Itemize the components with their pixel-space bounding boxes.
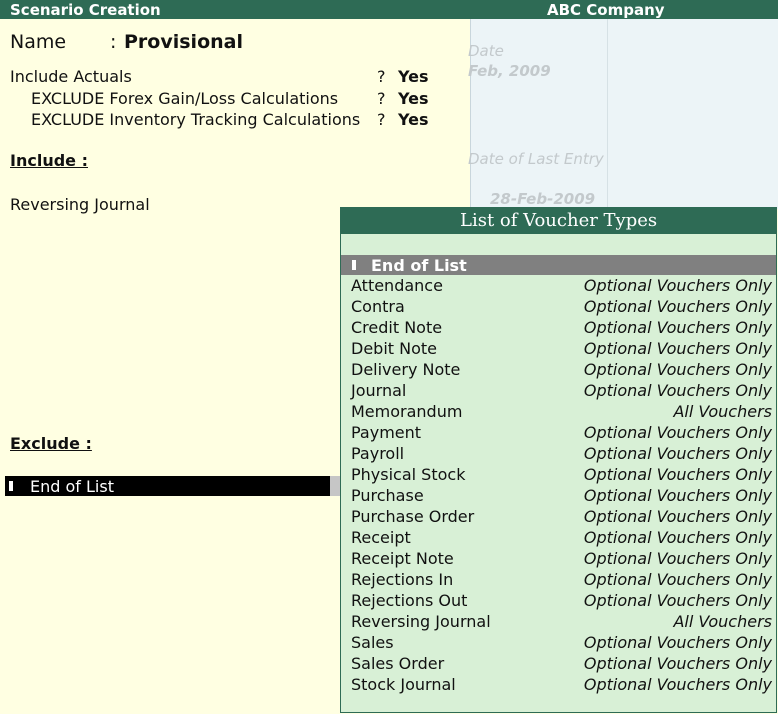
voucher-type-scope: Optional Vouchers Only <box>583 507 772 526</box>
voucher-type-name: Debit Note <box>351 339 437 358</box>
list-item[interactable]: Receipt Note Optional Vouchers Only <box>341 548 776 569</box>
voucher-type-name: Purchase Order <box>351 507 475 526</box>
popup-header: List of Voucher Types <box>341 208 776 234</box>
voucher-type-name: Payroll <box>351 444 405 463</box>
voucher-type-name: Contra <box>351 297 405 316</box>
voucher-type-name: Memorandum <box>351 402 463 421</box>
voucher-type-scope: Optional Vouchers Only <box>583 570 772 589</box>
list-item[interactable]: Physical Stock Optional Vouchers Only <box>341 464 776 485</box>
voucher-type-scope: Optional Vouchers Only <box>583 423 772 442</box>
voucher-type-name: Credit Note <box>351 318 443 337</box>
screen-title: Scenario Creation <box>10 1 161 19</box>
voucher-type-name: Payment <box>351 423 422 442</box>
voucher-type-name: Receipt Note <box>351 549 454 568</box>
voucher-type-scope: All Vouchers <box>673 402 772 421</box>
include-list-item[interactable]: Reversing Journal <box>10 195 150 214</box>
company-name: ABC Company <box>547 1 665 19</box>
voucher-type-name: Rejections Out <box>351 591 468 610</box>
voucher-type-scope: Optional Vouchers Only <box>583 276 772 295</box>
voucher-types-popup: List of Voucher Types End of List Attend… <box>340 207 777 713</box>
voucher-type-scope: Optional Vouchers Only <box>583 633 772 652</box>
background-panel <box>470 19 778 209</box>
exclude-heading: Exclude : <box>10 434 92 453</box>
exclude-end-of-list-label: End of List <box>30 477 114 496</box>
name-label: Name <box>10 31 67 53</box>
voucher-type-scope: Optional Vouchers Only <box>583 675 772 694</box>
list-item[interactable]: Receipt Optional Vouchers Only <box>341 527 776 548</box>
name-field[interactable]: Provisional <box>124 31 243 53</box>
list-item[interactable]: Rejections Out Optional Vouchers Only <box>341 590 776 611</box>
ghost-last-entry-value: 28-Feb-2009 <box>490 190 596 208</box>
voucher-type-name: Reversing Journal <box>351 612 491 631</box>
list-item[interactable]: Purchase Optional Vouchers Only <box>341 485 776 506</box>
list-item[interactable]: Memorandum All Vouchers <box>341 401 776 422</box>
ghost-last-entry-label: Date of Last Entry <box>468 150 604 168</box>
voucher-type-scope: Optional Vouchers Only <box>583 381 772 400</box>
exclude-forex-field[interactable]: Yes <box>398 89 429 108</box>
popup-end-of-list-row[interactable]: End of List <box>341 255 776 275</box>
voucher-type-name: Rejections In <box>351 570 454 589</box>
voucher-type-scope: Optional Vouchers Only <box>583 549 772 568</box>
voucher-type-name: Physical Stock <box>351 465 466 484</box>
ghost-date-label: Date <box>468 42 504 60</box>
include-actuals-field[interactable]: Yes <box>398 67 429 86</box>
voucher-type-list: Attendance Optional Vouchers Only Contra O… <box>341 275 776 695</box>
voucher-type-name: Attendance <box>351 276 443 295</box>
list-item[interactable]: Stock Journal Optional Vouchers Only <box>341 674 776 695</box>
include-heading: Include : <box>10 151 88 170</box>
list-item[interactable]: Reversing Journal All Vouchers <box>341 611 776 632</box>
popup-end-of-list-label: End of List <box>371 256 467 275</box>
list-item[interactable]: Journal Optional Vouchers Only <box>341 380 776 401</box>
exclude-inventory-question: ? <box>377 110 386 129</box>
exclude-inventory-field[interactable]: Yes <box>398 110 429 129</box>
list-item[interactable]: Attendance Optional Vouchers Only <box>341 275 776 296</box>
list-item[interactable]: Payment Optional Vouchers Only <box>341 422 776 443</box>
voucher-type-name: Delivery Note <box>351 360 461 379</box>
list-item[interactable]: Debit Note Optional Vouchers Only <box>341 338 776 359</box>
voucher-type-scope: Optional Vouchers Only <box>583 360 772 379</box>
voucher-type-name: Sales Order <box>351 654 445 673</box>
voucher-type-scope: Optional Vouchers Only <box>583 318 772 337</box>
voucher-type-name: Purchase <box>351 486 424 505</box>
voucher-type-scope: Optional Vouchers Only <box>583 654 772 673</box>
cursor-marker-icon <box>9 481 13 491</box>
title-bar: Scenario Creation ABC Company <box>0 0 778 19</box>
voucher-type-name: Receipt <box>351 528 411 547</box>
list-item[interactable]: Sales Order Optional Vouchers Only <box>341 653 776 674</box>
cursor-marker-icon <box>352 260 356 270</box>
exclude-forex-question: ? <box>377 89 386 108</box>
popup-title: List of Voucher Types <box>460 210 658 231</box>
background-divider <box>607 19 608 209</box>
list-item[interactable]: Payroll Optional Vouchers Only <box>341 443 776 464</box>
exclude-forex-label: EXCLUDE Forex Gain/Loss Calculations <box>31 89 339 108</box>
voucher-type-name: Sales <box>351 633 394 652</box>
voucher-type-scope: Optional Vouchers Only <box>583 297 772 316</box>
voucher-type-name: Stock Journal <box>351 675 456 694</box>
list-item[interactable]: Contra Optional Vouchers Only <box>341 296 776 317</box>
voucher-type-scope: Optional Vouchers Only <box>583 486 772 505</box>
voucher-type-scope: Optional Vouchers Only <box>583 339 772 358</box>
include-actuals-question: ? <box>377 67 386 86</box>
list-item[interactable]: Purchase Order Optional Vouchers Only <box>341 506 776 527</box>
exclude-end-of-list-row[interactable]: End of List <box>5 476 330 496</box>
list-item[interactable]: Rejections In Optional Vouchers Only <box>341 569 776 590</box>
name-colon: : <box>110 31 117 53</box>
voucher-type-name: Journal <box>351 381 407 400</box>
voucher-type-scope: All Vouchers <box>673 612 772 631</box>
list-item[interactable]: Delivery Note Optional Vouchers Only <box>341 359 776 380</box>
voucher-type-scope: Optional Vouchers Only <box>583 591 772 610</box>
voucher-type-scope: Optional Vouchers Only <box>583 444 772 463</box>
voucher-type-scope: Optional Vouchers Only <box>583 528 772 547</box>
exclude-inventory-label: EXCLUDE Inventory Tracking Calculations <box>31 110 361 129</box>
include-actuals-label: Include Actuals <box>10 67 132 86</box>
ghost-date-value: Feb, 2009 <box>468 62 551 80</box>
list-item[interactable]: Sales Optional Vouchers Only <box>341 632 776 653</box>
voucher-type-scope: Optional Vouchers Only <box>583 465 772 484</box>
list-item[interactable]: Credit Note Optional Vouchers Only <box>341 317 776 338</box>
